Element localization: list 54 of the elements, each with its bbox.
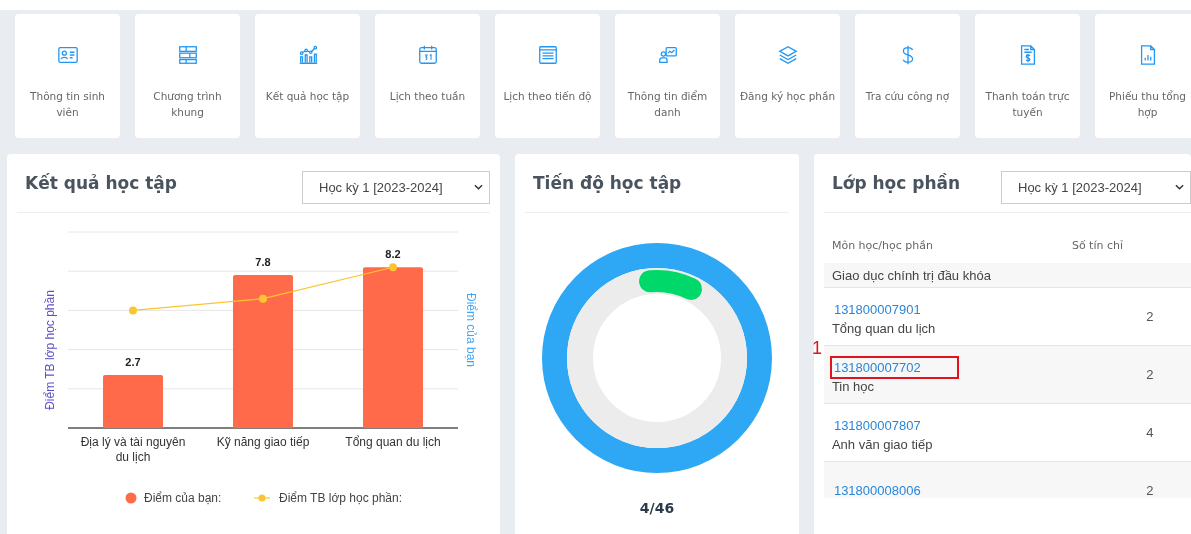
category-label: Địa lý và tài nguyên du lịch [79,435,187,466]
data-point [129,306,137,315]
course-code-link[interactable]: 131800007807 [833,417,921,433]
document-icon [536,44,559,66]
data-point [259,294,267,303]
legend-label: Điểm của bạn: [144,491,222,505]
panel-title: Kết quả học tập [25,173,177,193]
course-code-link[interactable]: 131800007901 [833,301,921,317]
progress-arc [639,270,702,300]
credits-cell-text: 2 [1145,309,1155,324]
shortcut-tile[interactable]: Lịch theo tuần [375,14,480,138]
semester-dropdown[interactable]: Học kỳ 1 [2023-2024] [1001,170,1191,204]
category-label: Tổng quan du lịch [344,435,442,451]
semester-dropdown[interactable]: Học kỳ 1 [2023-2024] [302,170,490,204]
credits-cell-text: 2 [1145,367,1155,382]
data-label: 7.8 [255,256,271,269]
shortcut-tile[interactable]: Lịch theo tiến độ [495,14,600,138]
legend-item[interactable]: Điểm của bạn: [125,491,222,505]
layers-icon [776,44,799,66]
caret-icon [1175,184,1184,190]
panel-title: Tiến độ học tập [533,173,682,193]
shortcut-tile[interactable]: Đăng ký học phần [735,14,840,138]
table-icon [176,44,199,66]
axis-title: Điểm TB lớp học phần [43,290,57,410]
column-header: Môn học/học phần [831,239,934,254]
calendar-icon [416,44,439,66]
shortcut-tile[interactable]: Tra cứu công nợ [855,14,960,138]
shortcut-tile[interactable]: Chương trình khung [135,14,240,138]
course-name: Giao dục chính trị đầu khóa [831,267,991,283]
course-code-link[interactable]: 131800008006 [833,483,921,498]
data-point [389,263,397,272]
presentation-icon [656,44,679,66]
id-card-icon [56,44,79,66]
course-name: Tin học [831,378,875,394]
column-header: Số tín chỉ [1071,239,1125,254]
category-label: Kỹ năng giao tiếp [215,435,311,451]
data-label: 8.2 [385,248,401,261]
annotation-number: 1 [811,337,822,359]
credits-cell-text: 4 [1145,425,1155,440]
caret-icon [474,184,483,190]
data-label: 2.7 [125,356,141,369]
credits-cell-text: 2 [1145,483,1155,498]
course-name: Tổng quan du lịch [831,320,936,336]
progress-count: 4/46 [638,500,676,516]
shortcut-tile[interactable]: Kết quả học tập [255,14,360,138]
shortcut-tile[interactable]: Thanh toán trực tuyến [975,14,1080,138]
panel-title: Lớp học phần [831,173,961,193]
axis-title: Điểm của bạn [464,293,478,367]
legend-label: Điểm TB lớp học phần: [279,491,403,505]
shortcut-tile[interactable]: Thông tin sinh viên [15,14,120,138]
course-name: Anh văn giao tiếp [831,436,933,452]
shortcut-tile[interactable]: Thông tin điểm danh [615,14,720,138]
shortcut-tile[interactable]: Phiếu thu tổng hợp [1095,14,1191,138]
legend-item[interactable]: Điểm TB lớp học phần: [253,491,403,505]
